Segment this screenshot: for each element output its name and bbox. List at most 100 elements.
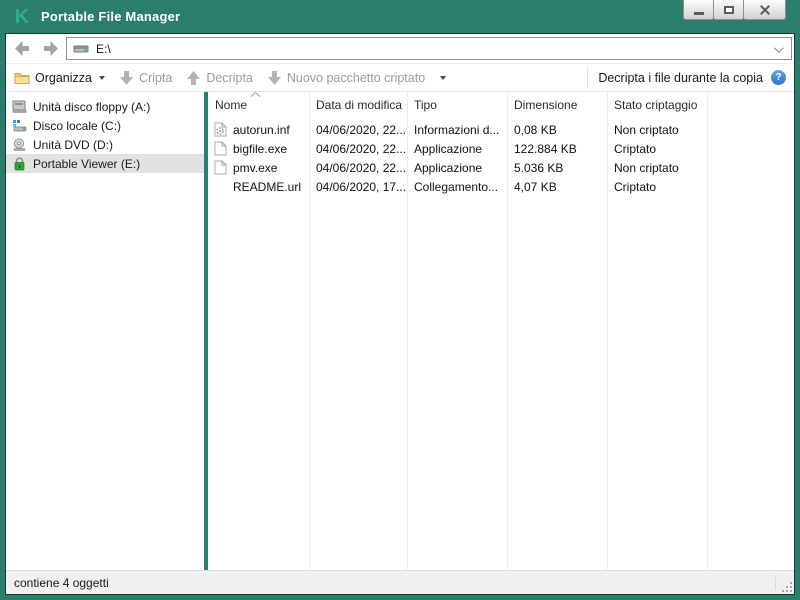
window-title: Portable File Manager: [41, 9, 180, 24]
file-encryption-status: Non criptato: [607, 161, 707, 175]
toolbar-separator: [587, 68, 588, 88]
resize-grip-icon[interactable]: [782, 582, 792, 592]
file-rows: autorun.inf 04/06/2020, 22... Informazio…: [208, 120, 794, 196]
main-area: Unità disco floppy (A:) Disco locale (C:…: [6, 92, 794, 570]
window-controls: [684, 0, 786, 20]
organizza-button[interactable]: Organizza: [14, 71, 105, 85]
blank-file-icon: [213, 160, 228, 176]
file-size: 5.036 KB: [507, 161, 607, 175]
file-name: README.url: [233, 180, 301, 194]
decripta-label: Decripta: [206, 71, 253, 85]
decrypt-up-arrow-icon: [186, 71, 201, 85]
file-row-pmv-exe[interactable]: pmv.exe 04/06/2020, 22... Applicazione 5…: [208, 158, 794, 177]
column-header-label: Stato criptaggio: [614, 98, 697, 112]
file-modified: 04/06/2020, 22...: [309, 123, 407, 137]
sidebar-item-floppy-a[interactable]: Unità disco floppy (A:): [6, 97, 204, 116]
organizza-label: Organizza: [35, 71, 92, 85]
window-content: E:\ Organizza Cripta Decripta: [5, 33, 795, 595]
drive-icon: [73, 43, 89, 54]
kaspersky-logo-icon: K: [12, 7, 32, 27]
status-bar-separator: [775, 575, 776, 590]
no-icon: [213, 179, 228, 195]
file-encryption-status: Criptato: [607, 142, 707, 156]
navigation-buttons: [10, 41, 66, 56]
file-type: Applicazione: [407, 142, 507, 156]
file-list-panel: Nome Data di modifica Tipo Dimensione St…: [208, 92, 794, 570]
column-header-label: Dimensione: [514, 98, 577, 112]
decrypt-on-copy-option: Decripta i file durante la copia ?: [598, 70, 786, 85]
dvd-drive-icon: [12, 138, 27, 151]
file-name: pmv.exe: [233, 161, 277, 175]
maximize-button[interactable]: [713, 0, 744, 20]
nuovo-pacchetto-label: Nuovo pacchetto criptato: [287, 71, 425, 85]
cripta-label: Cripta: [139, 71, 172, 85]
gear-file-icon: [213, 122, 228, 138]
status-bar: contiene 4 oggetti: [6, 570, 794, 594]
file-type: Informazioni d...: [407, 123, 507, 137]
file-row-readme-url[interactable]: README.url 04/06/2020, 17... Collegament…: [208, 177, 794, 196]
column-header-label: Data di modifica: [316, 98, 402, 112]
help-icon[interactable]: ?: [771, 70, 786, 85]
status-text: contiene 4 oggetti: [14, 576, 109, 590]
column-header-stato-criptaggio[interactable]: Stato criptaggio: [607, 92, 707, 117]
floppy-drive-icon: [12, 100, 27, 113]
close-button[interactable]: [743, 0, 786, 20]
nuovo-pacchetto-dropdown-caret-icon: [440, 76, 446, 80]
title-bar: K Portable File Manager: [0, 0, 800, 33]
file-modified: 04/06/2020, 17...: [309, 180, 407, 194]
file-encryption-status: Non criptato: [607, 123, 707, 137]
file-size: 0,08 KB: [507, 123, 607, 137]
sidebar-item-portable-viewer-e[interactable]: Portable Viewer (E:): [6, 154, 204, 173]
sidebar-item-label: Disco locale (C:): [33, 119, 121, 133]
file-row-autorun-inf[interactable]: autorun.inf 04/06/2020, 22... Informazio…: [208, 120, 794, 139]
file-type: Applicazione: [407, 161, 507, 175]
column-header-tipo[interactable]: Tipo: [407, 92, 507, 117]
back-button[interactable]: [14, 41, 32, 56]
forward-button[interactable]: [40, 41, 58, 56]
address-row: E:\: [6, 34, 794, 63]
drives-sidebar: Unità disco floppy (A:) Disco locale (C:…: [6, 92, 204, 570]
column-header-nome[interactable]: Nome: [208, 92, 309, 117]
sidebar-item-dvd-d[interactable]: Unità DVD (D:): [6, 135, 204, 154]
file-encryption-status: Criptato: [607, 180, 707, 194]
file-modified: 04/06/2020, 22...: [309, 161, 407, 175]
forward-arrow-icon: [41, 41, 58, 56]
blank-file-icon: [213, 141, 228, 157]
nuovo-pacchetto-criptato-button[interactable]: Nuovo pacchetto criptato: [267, 71, 446, 85]
new-package-down-arrow-icon: [267, 71, 282, 85]
address-path: E:\: [96, 42, 111, 56]
file-list-header: Nome Data di modifica Tipo Dimensione St…: [208, 92, 794, 117]
minimize-button[interactable]: [683, 0, 714, 20]
file-size: 4,07 KB: [507, 180, 607, 194]
file-size: 122.884 KB: [507, 142, 607, 156]
close-icon: [759, 4, 770, 15]
column-header-label: Nome: [215, 98, 247, 112]
sidebar-item-label: Portable Viewer (E:): [33, 157, 140, 171]
minimize-icon: [694, 12, 704, 15]
sort-ascending-icon: [251, 92, 261, 101]
file-type: Collegamento...: [407, 180, 507, 194]
file-modified: 04/06/2020, 22...: [309, 142, 407, 156]
portable-file-manager-window: K Portable File Manager: [0, 0, 800, 600]
column-header-dimensione[interactable]: Dimensione: [507, 92, 607, 117]
address-dropdown-chevron-icon[interactable]: [774, 43, 784, 53]
file-row-bigfile-exe[interactable]: bigfile.exe 04/06/2020, 22... Applicazio…: [208, 139, 794, 158]
decrypt-on-copy-label: Decripta i file durante la copia: [598, 71, 763, 85]
address-bar-input[interactable]: E:\: [66, 37, 792, 60]
folder-icon: [14, 71, 30, 84]
column-header-label: Tipo: [414, 98, 437, 112]
encrypt-down-arrow-icon: [119, 71, 134, 85]
cripta-button[interactable]: Cripta: [119, 71, 172, 85]
organizza-dropdown-caret-icon: [99, 76, 105, 80]
local-disk-icon: [12, 119, 27, 132]
padlock-icon: [12, 157, 27, 171]
column-header-data-di-modifica[interactable]: Data di modifica: [309, 92, 407, 117]
sidebar-item-local-disk-c[interactable]: Disco locale (C:): [6, 116, 204, 135]
file-name: autorun.inf: [233, 123, 290, 137]
toolbar: Organizza Cripta Decripta Nuovo pacchett…: [6, 63, 794, 92]
decripta-button[interactable]: Decripta: [186, 71, 253, 85]
maximize-icon: [724, 6, 734, 14]
sidebar-item-label: Unità disco floppy (A:): [33, 100, 150, 114]
back-arrow-icon: [15, 41, 32, 56]
file-name: bigfile.exe: [233, 142, 287, 156]
